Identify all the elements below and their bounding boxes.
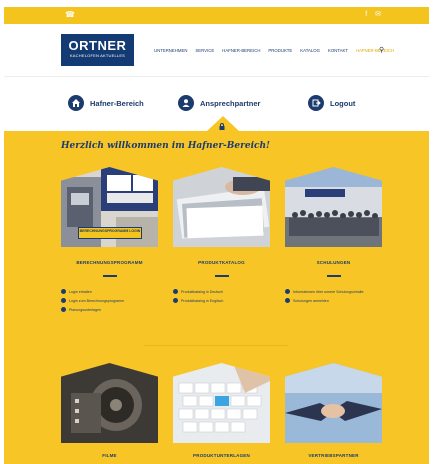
card-image-filme (61, 363, 158, 443)
list-item[interactable]: Produktkatalog in Englisch (173, 298, 223, 303)
social-links: f ✉ (359, 10, 381, 18)
card-image-schulungen (285, 167, 382, 247)
card-title-filme: Filme (102, 453, 117, 458)
card-image-vertriebspartner (285, 363, 382, 443)
main-nav: UNTERNEHMEN SERVICE HAFNER-BEREICH PRODU… (154, 46, 394, 54)
card-image-produktunterlagen (173, 363, 270, 443)
card-title-berechnung: Berechnungsprogramm (76, 260, 143, 265)
card-image-berechnung: BERECHNUNGSPROGRAMM LOGIN (61, 167, 158, 247)
nav-item-unternehmen[interactable]: UNTERNEHMEN (154, 48, 187, 53)
list-item[interactable]: Login zum Berechnungsprogramm (61, 298, 124, 303)
card-links-berechnung: Login erhalten Login zum Berechnungsprog… (61, 289, 124, 316)
subnav-logout-label: Logout (330, 98, 356, 108)
card-divider (327, 275, 341, 277)
user-icon (178, 95, 194, 111)
nav-item-kontakt[interactable]: KONTAKT (328, 48, 348, 53)
card-divider (103, 275, 117, 277)
arrow-icon (285, 289, 290, 294)
card-divider (215, 275, 229, 277)
card-image-katalog (173, 167, 270, 247)
lock-icon (219, 123, 225, 130)
card-title-produktunterlagen: Produktunterlagen (193, 453, 250, 458)
card-title-katalog: Produktkatalog (198, 260, 245, 265)
card-links-katalog: Produktkatalog in Deutsch Produktkatalog… (173, 289, 223, 307)
subnav-hafner-label: Hafner-Bereich (90, 98, 144, 108)
berechnung-login-button[interactable]: BERECHNUNGSPROGRAMM LOGIN (78, 227, 142, 239)
phone-icon[interactable]: ☎ (65, 10, 75, 19)
mail-icon[interactable]: ✉ (375, 11, 381, 18)
list-item[interactable]: Schulungen anmelden (285, 298, 364, 303)
arrow-icon (61, 298, 66, 303)
section-divider (144, 345, 288, 346)
subnav-hafner-bereich[interactable]: Hafner-Bereich (68, 95, 144, 111)
arrow-icon (61, 289, 66, 294)
card-title-schulungen: Schulungen (316, 260, 351, 265)
arrow-icon (285, 298, 290, 303)
subnav-logout[interactable]: Logout (308, 95, 355, 111)
logo-name: ORTNER (68, 38, 127, 53)
arrow-icon (173, 289, 178, 294)
nav-item-hafner[interactable]: HAFNER-BEREICH (222, 48, 260, 53)
nav-item-service[interactable]: SERVICE (195, 48, 214, 53)
list-item[interactable]: Planungsunterlagen (61, 307, 124, 312)
site-header: ORTNER KACHELOFEN AKTUELLES UNTERNEHMEN … (4, 24, 429, 76)
list-item[interactable]: Produktkatalog in Deutsch (173, 289, 223, 294)
list-item[interactable]: Informationen über unsere Schulungsinhal… (285, 289, 364, 294)
page-frame: ☎ f ✉ ORTNER KACHELOFEN AKTUELLES UNTERN… (4, 7, 429, 464)
nav-item-hafner-bereich[interactable]: Hafner-Bereich (356, 48, 394, 53)
subnav-ansprech-label: Ansprechpartner (200, 98, 261, 108)
logout-icon (308, 95, 324, 111)
nav-item-katalog[interactable]: KATALOG (300, 48, 320, 53)
top-bar: ☎ f ✉ (4, 7, 429, 24)
nav-item-produkte[interactable]: PRODUKTE (268, 48, 292, 53)
home-icon (68, 95, 84, 111)
card-title-vertriebspartner: Vertriebspartner (308, 453, 359, 458)
arrow-icon (173, 298, 178, 303)
logo-tagline: KACHELOFEN AKTUELLES (69, 53, 126, 58)
ortner-logo[interactable]: ORTNER KACHELOFEN AKTUELLES (61, 34, 134, 66)
list-item[interactable]: Login erhalten (61, 289, 124, 294)
facebook-icon[interactable]: f (365, 11, 367, 18)
card-links-schulungen: Informationen über unsere Schulungsinhal… (285, 289, 364, 307)
welcome-heading: Herzlich willkommen im Hafner-Bereich! (61, 141, 270, 151)
search-icon[interactable]: ⚲ (379, 46, 384, 54)
subnav-ansprechpartner[interactable]: Ansprechpartner (178, 95, 260, 111)
arrow-icon (61, 307, 66, 312)
